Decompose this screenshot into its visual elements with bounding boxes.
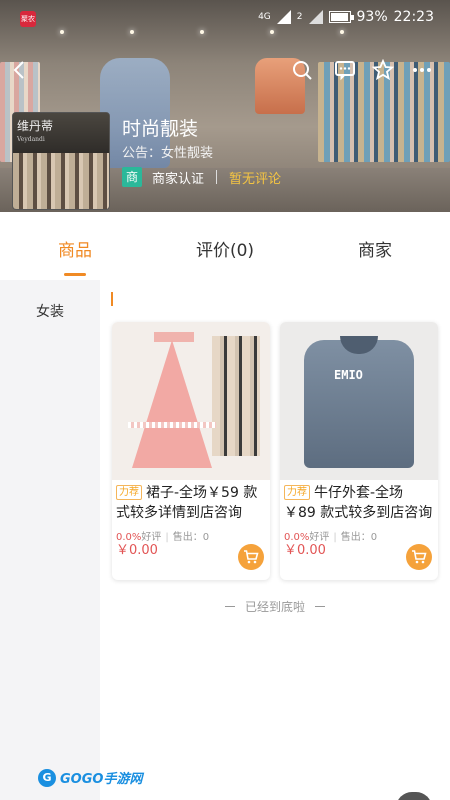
category-sidebar: 女装	[0, 280, 100, 800]
dash	[315, 606, 325, 607]
shop-thumbnail[interactable]: 维丹蒂 Veydandi	[12, 112, 110, 210]
app-notification-icon: 聚农	[20, 11, 36, 27]
tab-merchant[interactable]: 商家	[300, 228, 450, 278]
watermark-text: GOGO手游网	[60, 772, 143, 787]
product-title-row: 力荐 裙子-全场￥59 款式较多详情到店咨询	[112, 480, 270, 524]
shop-sign-name: 维丹蒂	[17, 119, 54, 133]
product-list: 力荐 裙子-全场￥59 款式较多详情到店咨询 0.0%好评 | 售出：0 ￥0.00 …	[100, 280, 450, 800]
status-indicators: 4G 2 93% 22:23	[258, 9, 434, 25]
message-icon	[335, 61, 355, 81]
product-card[interactable]: 力荐 裙子-全场￥59 款式较多详情到店咨询 0.0%好评 | 售出：0 ￥0.00	[112, 322, 270, 580]
meta-divider: |	[165, 532, 169, 543]
add-to-cart-button[interactable]	[406, 544, 432, 570]
shop-cert-row: 商 商家认证 暂无评论	[122, 166, 281, 188]
category-marker	[111, 292, 113, 306]
shop-sign-latin: Veydandi	[17, 136, 45, 143]
skirt-image	[112, 322, 270, 480]
cart-icon	[244, 550, 259, 564]
jacket-print: EMIO	[334, 368, 363, 382]
status-bar: 聚农 4G 2 93% 22:23	[0, 0, 450, 38]
shop-notice: 公告：女性靓装	[122, 146, 214, 161]
recommend-tag: 力荐	[116, 485, 142, 500]
sim2-label: 2	[296, 12, 303, 22]
battery-icon	[328, 11, 354, 23]
end-note-text: 已经到底啦	[244, 600, 305, 614]
shop-sign: 维丹蒂 Veydandi	[13, 113, 109, 153]
end-of-list-note: 已经到底啦	[100, 598, 450, 615]
sold-count: 售出：0	[340, 532, 378, 543]
divider	[216, 170, 218, 184]
review-status: 暂无评论	[229, 171, 282, 187]
tab-products[interactable]: 商品	[0, 228, 150, 278]
network-type: 4G	[258, 12, 271, 22]
sidebar-item-women[interactable]: 女装	[0, 280, 100, 344]
product-card[interactable]: EMIO 力荐 牛仔外套-全场￥89 款式较多到店咨询 0.0%好评 | 售出：0 ￥…	[280, 322, 438, 580]
pink-skirt	[132, 340, 212, 468]
watermark-logo-icon: G	[38, 768, 56, 787]
battery-percent: 93%	[356, 9, 388, 25]
signal-icon	[276, 10, 291, 24]
more-button[interactable]	[408, 56, 436, 84]
favorite-button[interactable]	[369, 56, 397, 84]
jacket-image: EMIO	[280, 322, 438, 480]
shop-tabs: 商品 评价(0) 商家	[0, 228, 450, 278]
denim-jacket	[304, 340, 414, 468]
search-button[interactable]	[288, 56, 316, 84]
sold-count: 售出：0	[172, 532, 210, 543]
back-button[interactable]	[6, 56, 34, 84]
dash	[224, 606, 235, 607]
product-price: ￥0.00	[116, 543, 158, 558]
skirt-rack	[212, 336, 260, 456]
clock: 22:23	[393, 9, 434, 25]
recommend-tag: 力荐	[284, 485, 310, 500]
search-icon	[293, 61, 312, 80]
message-button[interactable]	[331, 56, 359, 84]
product-title-row: 力荐 牛仔外套-全场￥89 款式较多到店咨询	[280, 480, 438, 524]
back-arrow-icon	[13, 61, 24, 79]
add-to-cart-button[interactable]	[238, 544, 264, 570]
meta-divider: |	[333, 532, 337, 543]
more-icon	[413, 68, 431, 72]
shop-name: 时尚靓装	[122, 118, 199, 140]
star-icon	[372, 59, 394, 81]
site-watermark: G GOGO手游网	[38, 768, 142, 787]
signal-2-icon	[308, 10, 323, 24]
cart-icon	[412, 550, 427, 564]
cert-label: 商家认证	[152, 171, 205, 187]
merchant-cert-icon: 商	[122, 167, 142, 187]
shop-storefront	[13, 153, 109, 209]
tab-reviews[interactable]: 评价(0)	[150, 228, 300, 278]
skirt-lace	[128, 422, 216, 428]
product-price: ￥0.00	[284, 543, 326, 558]
